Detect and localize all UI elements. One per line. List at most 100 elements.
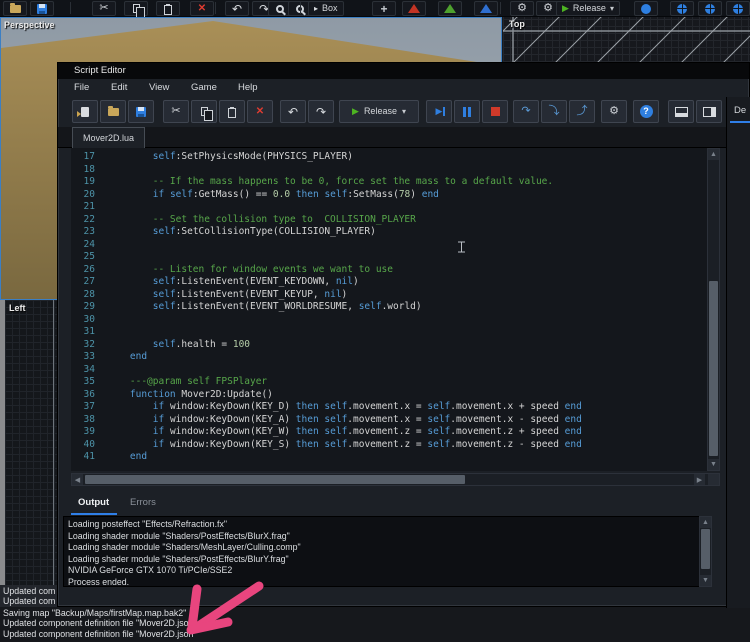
code-token <box>107 276 153 287</box>
code-token: self <box>153 289 176 300</box>
menu-help[interactable]: Help <box>234 79 262 97</box>
code-token: -- Set the collision type to COLLISION_P… <box>107 214 416 225</box>
toolbar-button-render-wire-2[interactable] <box>698 1 722 16</box>
toolbar-button-run-release[interactable]: ▶Release▾ <box>556 1 620 16</box>
scroll-down-icon[interactable]: ▼ <box>708 459 719 470</box>
toolbar-button-settings[interactable]: ⚙ <box>601 100 627 123</box>
code-token: then <box>296 439 319 450</box>
code-token: if <box>153 439 164 450</box>
viewport-left[interactable] <box>5 300 57 588</box>
toolbar-button-copy[interactable] <box>124 1 148 16</box>
line-number: 35 <box>71 376 95 389</box>
line-number: 21 <box>71 201 95 214</box>
code-editor[interactable]: 17 self:SetPhysicsMode(PHYSICS_PLAYER)18… <box>71 148 707 471</box>
line-number: 32 <box>71 339 95 352</box>
line-number: 30 <box>71 314 95 327</box>
code-token: 100 <box>233 339 250 350</box>
new-script-icon <box>81 107 89 117</box>
console-line: Updated component definition file "Mover… <box>3 629 193 639</box>
tab-output[interactable]: Output <box>78 497 109 508</box>
toolbar-button-cut[interactable]: ✂ <box>163 100 189 123</box>
toolbar-button-save[interactable] <box>30 1 54 16</box>
debug-panel: De <box>726 97 750 608</box>
code-token: self <box>153 226 176 237</box>
toolbar-button-paste[interactable] <box>219 100 245 123</box>
scroll-thumb[interactable] <box>85 475 465 484</box>
output-line: NVIDIA GeForce GTX 1070 Ti/PCIe/SSE2 <box>68 565 706 577</box>
toolbar-button-terrain-sculpt-red[interactable] <box>402 1 426 16</box>
script-editor-window[interactable]: Script Editor FileEditViewGameHelp ✂✕↶↷▶… <box>57 62 750 607</box>
dropdown-caret-icon: ▸ <box>314 5 318 13</box>
toolbar-button-continue[interactable]: ▶ <box>426 100 452 123</box>
toolbar-button-open[interactable] <box>100 100 126 123</box>
toolbar-button-add[interactable]: + <box>372 1 396 16</box>
tab-errors[interactable]: Errors <box>130 497 156 508</box>
output-console[interactable]: Loading posteffect "Effects/Refraction.f… <box>63 516 711 587</box>
output-vertical-scrollbar[interactable]: ▲ ▼ <box>699 516 712 587</box>
code-horizontal-scrollbar[interactable]: ◀ ▶ <box>71 473 720 486</box>
toolbar-button-step-into[interactable]: ⤵ <box>541 100 567 123</box>
code-token: ) <box>353 276 359 287</box>
scroll-up-icon[interactable]: ▲ <box>708 149 719 160</box>
toolbar-button-new-script[interactable] <box>72 100 98 123</box>
paste-icon <box>228 108 236 118</box>
gear-icon: ⚙ <box>609 106 619 117</box>
toolbar-button-copy[interactable] <box>191 100 217 123</box>
scroll-up-icon[interactable]: ▲ <box>700 517 711 528</box>
toolbar-button-paste[interactable] <box>156 1 180 16</box>
code-token: self <box>153 151 176 162</box>
toolbar-button-stop[interactable] <box>482 100 508 123</box>
script-editor-titlebar[interactable]: Script Editor <box>58 63 749 79</box>
menu-edit[interactable]: Edit <box>107 79 131 97</box>
toolbar-button-open-folder[interactable] <box>3 1 27 16</box>
toolbar-button-delete[interactable]: ✕ <box>247 100 273 123</box>
toolbar-button-save[interactable] <box>128 100 154 123</box>
code-token <box>107 339 153 350</box>
toolbar-button-help[interactable]: ? <box>633 100 659 123</box>
menu-file[interactable]: File <box>70 79 93 97</box>
output-line: Loading posteffect "Effects/Refraction.f… <box>68 519 706 531</box>
line-number: 37 <box>71 401 95 414</box>
scroll-thumb[interactable] <box>709 281 718 456</box>
toolbar-button-terrain-sculpt-blue[interactable] <box>474 1 498 16</box>
toolbar-button-render-wire-3[interactable] <box>726 1 750 16</box>
tab-debug[interactable]: De <box>734 105 746 116</box>
toolbar-button-toggle-bottom-panel[interactable] <box>668 100 694 123</box>
menu-view[interactable]: View <box>145 79 173 97</box>
toolbar-button-render-wire-1[interactable] <box>670 1 694 16</box>
toolbar-button-run-release[interactable]: ▶Release▾ <box>339 100 419 123</box>
code-token: .world) <box>382 301 422 312</box>
toolbar-button-toggle-right-panel[interactable] <box>696 100 722 123</box>
toolbar-button-terrain-sculpt-green[interactable] <box>438 1 462 16</box>
scroll-down-icon[interactable]: ▼ <box>700 575 711 586</box>
line-number: 25 <box>71 251 95 264</box>
scroll-thumb[interactable] <box>701 529 710 569</box>
stop-icon <box>491 107 500 116</box>
toolbar-button-step-out[interactable]: ⤴ <box>569 100 595 123</box>
code-token: end <box>565 426 582 437</box>
menu-game[interactable]: Game <box>187 79 221 97</box>
toolbar-button-pause[interactable] <box>454 100 480 123</box>
toolbar-button-step-over[interactable]: ↷ <box>513 100 539 123</box>
box-dropdown-label: Box <box>322 4 338 13</box>
scroll-right-icon[interactable]: ▶ <box>694 474 705 485</box>
tab-mover2d-lua[interactable]: Mover2D.lua <box>72 127 145 148</box>
code-vertical-scrollbar[interactable]: ▲ ▼ <box>707 148 720 471</box>
terrain-green-icon <box>444 4 456 13</box>
toolbar-separator <box>70 2 71 14</box>
toolbar-button-redo[interactable]: ↷ <box>308 100 334 123</box>
scroll-left-icon[interactable]: ◀ <box>72 474 83 485</box>
line-number: 39 <box>71 426 95 439</box>
output-tabbar: Output Errors <box>58 493 749 516</box>
toolbar-button-undo[interactable]: ↶ <box>225 1 249 16</box>
toolbar-button-cut[interactable]: ✂ <box>92 1 116 16</box>
line-number: 18 <box>71 164 95 177</box>
toolbar-button-render-solid[interactable] <box>634 1 658 16</box>
toolbar-button-delete[interactable]: ✕ <box>190 1 214 16</box>
toolbar-button-box-dropdown[interactable]: ▸ Box <box>308 1 344 16</box>
toolbar-separator <box>395 2 396 14</box>
line-number: 34 <box>71 364 95 377</box>
toolbar-button-settings-gear-1[interactable]: ⚙ <box>510 1 534 16</box>
output-line: Loading shader module "Shaders/PostEffec… <box>68 531 706 543</box>
toolbar-button-undo[interactable]: ↶ <box>280 100 306 123</box>
